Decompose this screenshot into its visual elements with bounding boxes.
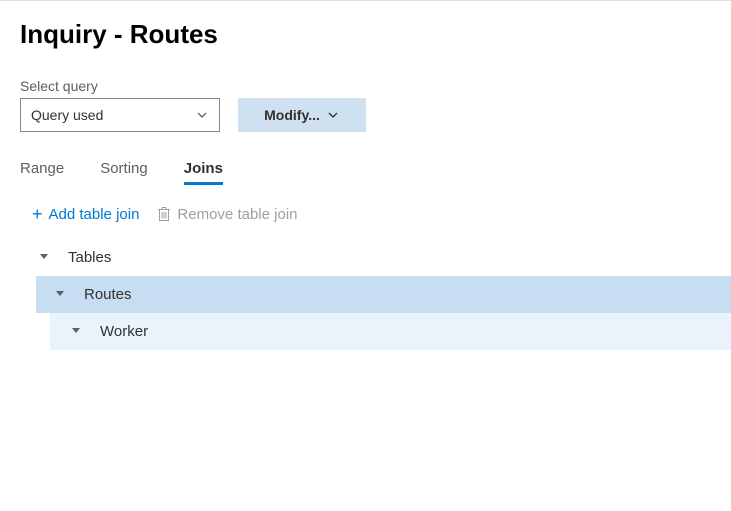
select-query-label: Select query (20, 78, 220, 94)
chevron-down-icon (195, 108, 209, 122)
caret-icon[interactable] (54, 291, 66, 299)
plus-icon: + (32, 205, 43, 223)
tree-row-tables[interactable]: Tables (38, 239, 711, 276)
select-query-dropdown[interactable]: Query used (20, 98, 220, 132)
tab-joins[interactable]: Joins (184, 160, 223, 185)
add-table-join-button[interactable]: + Add table join (32, 205, 139, 223)
tree-label-worker: Worker (100, 323, 148, 340)
add-table-join-label: Add table join (49, 206, 140, 223)
tab-sorting[interactable]: Sorting (100, 160, 148, 185)
caret-icon[interactable] (70, 328, 82, 336)
chevron-down-icon (326, 108, 340, 122)
tab-range[interactable]: Range (20, 160, 64, 185)
tab-bar: Range Sorting Joins (20, 160, 711, 185)
page-title: Inquiry - Routes (20, 19, 711, 50)
modify-button[interactable]: Modify... (238, 98, 366, 132)
caret-icon[interactable] (38, 254, 50, 262)
tree-label-routes: Routes (84, 286, 132, 303)
modify-button-label: Modify... (264, 107, 320, 123)
tree-row-routes[interactable]: Routes (36, 276, 731, 313)
trash-icon (157, 206, 171, 222)
tree-label-tables: Tables (68, 249, 111, 266)
remove-table-join-label: Remove table join (177, 206, 297, 223)
tree-row-worker[interactable]: Worker (50, 313, 731, 350)
select-query-value: Query used (31, 107, 103, 123)
joins-tree: Tables Routes Worker (20, 239, 711, 350)
remove-table-join-button: Remove table join (157, 206, 297, 223)
